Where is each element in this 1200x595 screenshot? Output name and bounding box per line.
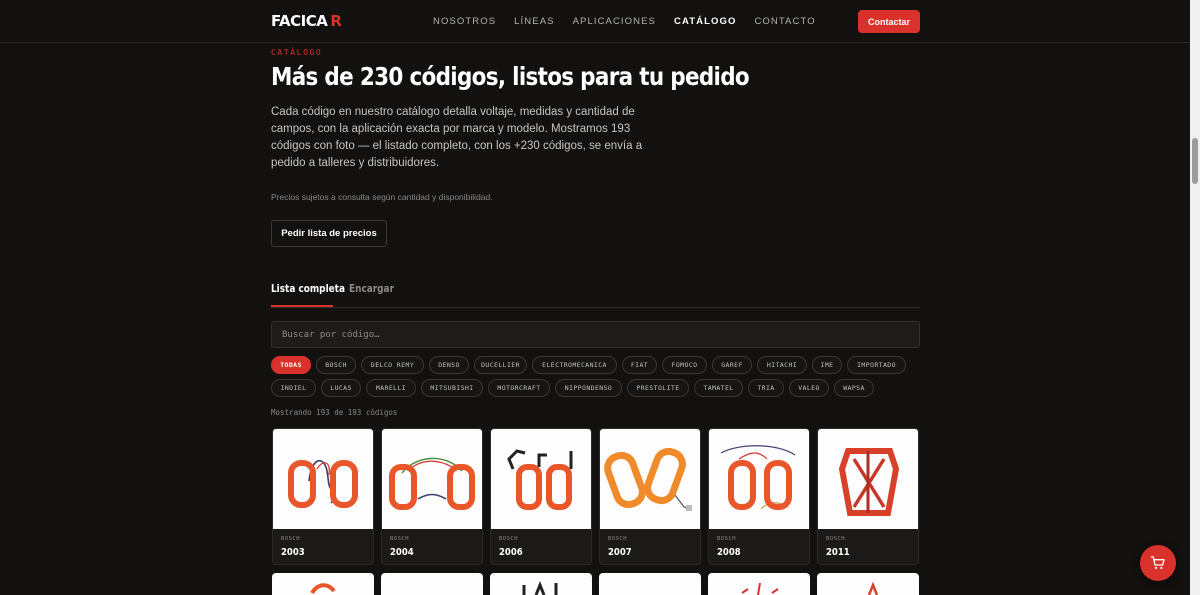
filter-denso[interactable]: DENSO	[429, 356, 469, 374]
filter-ime[interactable]: IME	[812, 356, 842, 374]
catalog-tabs: Lista completa Encargar	[271, 283, 920, 308]
nav-nosotros[interactable]: NOSOTROS	[433, 16, 496, 27]
logo[interactable]: FACICA R	[271, 12, 342, 30]
filter-valeo[interactable]: VALEO	[789, 379, 829, 397]
filter-hitachi[interactable]: HITACHI	[757, 356, 807, 374]
product-card[interactable]	[272, 573, 374, 595]
product-brand: BOSCH	[390, 536, 410, 542]
price-note: Precios sujetos a consulta según cantida…	[271, 192, 493, 202]
search-input[interactable]: Buscar por código…	[271, 321, 920, 348]
nav-catalogo[interactable]: CATÁLOGO	[674, 16, 736, 27]
nav-contacto[interactable]: CONTACTO	[754, 16, 815, 27]
filter-ducellier[interactable]: DUCELLIER	[474, 356, 527, 374]
product-card[interactable]	[490, 573, 592, 595]
section-eyebrow: CATÁLOGO	[271, 48, 323, 57]
product-card[interactable]: BOSCH 2004	[381, 428, 483, 565]
request-price-list-button[interactable]: Pedir lista de precios	[271, 220, 387, 247]
filter-prestolite[interactable]: PRESTOLITE	[627, 379, 689, 397]
product-card[interactable]	[599, 573, 701, 595]
filter-delco-remy[interactable]: DELCO REMY	[361, 356, 424, 374]
product-code: 2008	[717, 547, 741, 558]
tab-full-list[interactable]: Lista completa	[271, 283, 345, 295]
product-image	[818, 429, 918, 529]
logo-accent: R	[330, 12, 342, 30]
product-card[interactable]	[817, 573, 919, 595]
product-card[interactable]: BOSCH 2003	[272, 428, 374, 565]
top-navbar: FACICA R NOSOTROS LÍNEAS APLICACIONES CAT…	[0, 0, 1190, 43]
nav-lineas[interactable]: LÍNEAS	[514, 16, 554, 27]
filter-marelli[interactable]: MARELLI	[366, 379, 416, 397]
product-image	[600, 429, 700, 529]
filter-lucas[interactable]: LUCAS	[321, 379, 361, 397]
filter-mitsubishi[interactable]: MITSUBISHI	[421, 379, 483, 397]
filter-fiat[interactable]: FIAT	[622, 356, 657, 374]
filter-importado[interactable]: IMPORTADO	[847, 356, 906, 374]
nav-aplicaciones[interactable]: APLICACIONES	[573, 16, 656, 27]
product-card[interactable]	[381, 573, 483, 595]
product-brand: BOSCH	[608, 536, 628, 542]
contact-button[interactable]: Contactar	[858, 10, 920, 33]
scrollbar[interactable]	[1190, 0, 1200, 595]
filter-todas[interactable]: TODAS	[271, 356, 311, 374]
search-placeholder: Buscar por código…	[282, 330, 380, 340]
product-card[interactable]	[708, 573, 810, 595]
filter-tria[interactable]: TRIA	[748, 379, 784, 397]
filter-nippondenso[interactable]: NIPPONDENSO	[555, 379, 622, 397]
page-title: Más de 230 códigos, listos para tu pedid…	[271, 62, 750, 91]
product-code: 2011	[826, 547, 850, 558]
intro-paragraph: Cada código en nuestro catálogo detalla …	[271, 106, 643, 169]
product-image	[273, 429, 373, 529]
product-code: 2003	[281, 547, 305, 558]
filter-fomoco[interactable]: FOMOCO	[662, 356, 707, 374]
product-card[interactable]: BOSCH 2008	[708, 428, 810, 565]
product-card[interactable]: BOSCH 2011	[817, 428, 919, 565]
active-tab-indicator	[271, 305, 333, 307]
cart-button[interactable]	[1140, 545, 1176, 581]
product-brand: BOSCH	[717, 536, 737, 542]
filter-electromecanica[interactable]: ELECTROMECANICA	[532, 356, 617, 374]
product-code: 2004	[390, 547, 414, 558]
filter-wapsa[interactable]: WAPSA	[834, 379, 874, 397]
tab-order[interactable]: Encargar	[349, 283, 394, 295]
product-image	[382, 429, 482, 529]
product-code: 2007	[608, 547, 632, 558]
product-image	[709, 429, 809, 529]
product-image	[491, 429, 591, 529]
product-card[interactable]: BOSCH 2006	[490, 428, 592, 565]
cart-icon	[1150, 556, 1165, 570]
filter-indiel[interactable]: INDIEL	[271, 379, 316, 397]
product-card[interactable]: BOSCH 2007	[599, 428, 701, 565]
filter-tamatel[interactable]: TAMATEL	[694, 379, 743, 397]
main-nav: NOSOTROS LÍNEAS APLICACIONES CATÁLOGO CO…	[433, 16, 834, 27]
product-brand: BOSCH	[826, 536, 846, 542]
product-code: 2006	[499, 547, 523, 558]
logo-text: FACICA	[271, 12, 328, 30]
filter-bosch[interactable]: BOSCH	[316, 356, 356, 374]
filter-garef[interactable]: GAREF	[712, 356, 752, 374]
product-brand: BOSCH	[281, 536, 301, 542]
scrollbar-thumb[interactable]	[1192, 138, 1198, 184]
results-count: Mostrando 193 de 193 códigos	[271, 408, 398, 417]
product-brand: BOSCH	[499, 536, 519, 542]
filter-motorcraft[interactable]: MOTORCRAFT	[488, 379, 550, 397]
